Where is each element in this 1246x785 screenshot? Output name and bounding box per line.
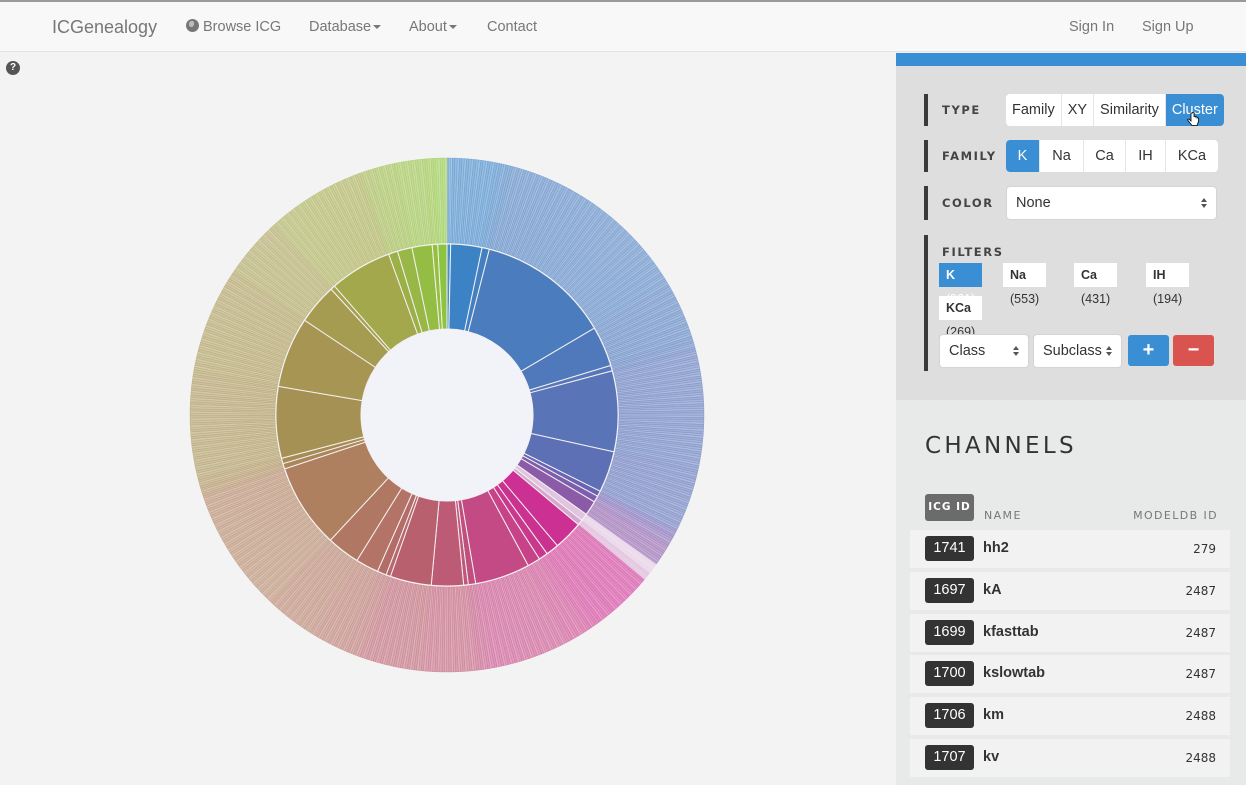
sidebar-accent-bar: [896, 53, 1246, 66]
channel-modeldb-id: 2487: [1185, 583, 1216, 598]
sunburst-chart[interactable]: [0, 53, 896, 785]
type-similarity-button[interactable]: Similarity: [1094, 94, 1166, 126]
filter-tag-count: (553): [1010, 292, 1040, 306]
color-select-value: None: [1016, 195, 1051, 211]
sign-in-link[interactable]: Sign In: [1069, 19, 1114, 35]
color-label: COLOR: [942, 196, 994, 210]
channel-row[interactable]: 1706 km 2488: [910, 697, 1230, 736]
nav-browse-icg-label: Browse ICG: [203, 19, 282, 35]
channel-name: kfasttab: [983, 623, 1039, 640]
filter-tag-name: IH: [1153, 268, 1166, 282]
nav-about-label: About: [409, 19, 447, 35]
filters-label: FILTERS: [942, 245, 1004, 259]
channel-icg-id: 1699: [925, 619, 974, 645]
channel-row[interactable]: 1697 kA 2487: [910, 571, 1230, 610]
channel-modeldb-id: 2487: [1185, 667, 1216, 682]
channel-name: kslowtab: [983, 665, 1046, 682]
channel-icg-id: 1700: [925, 661, 974, 687]
channel-row[interactable]: 1741 hh2 279: [910, 530, 1230, 568]
channel-row[interactable]: 1699 kfasttab 2487: [910, 613, 1230, 652]
filter-tag-name: Ca: [1081, 268, 1097, 282]
caret-down-icon: [373, 25, 382, 30]
channel-icg-id: 1741: [925, 536, 974, 561]
channel-row[interactable]: 1700 kslowtab 2487: [910, 655, 1230, 694]
channel-modeldb-id: 279: [1193, 542, 1216, 556]
filter-tag-count: (194): [1153, 292, 1183, 306]
sign-up-link[interactable]: Sign Up: [1142, 19, 1194, 35]
family-button-group: K Na Ca IH KCa: [1006, 140, 1218, 172]
channel-modeldb-id: 2488: [1185, 751, 1216, 765]
brand-logo[interactable]: ICGenealogy: [52, 17, 157, 38]
family-k-button[interactable]: K: [1006, 140, 1040, 172]
color-control: COLOR None: [924, 186, 1217, 220]
filter-tag-na[interactable]: Na (553): [1003, 263, 1047, 306]
channel-icg-id: 1707: [925, 745, 974, 770]
filter-tag-ca[interactable]: Ca (431): [1074, 263, 1118, 306]
add-filter-button[interactable]: +: [1128, 335, 1169, 366]
channel-icg-id: 1706: [925, 703, 974, 729]
globe-icon: [186, 19, 199, 32]
subclass-select-value: Subclass: [1043, 343, 1102, 359]
sunburst-center: [361, 329, 533, 501]
type-control: TYPE Family XY Similarity Cluster: [924, 94, 1224, 126]
channel-name: hh2: [983, 540, 1009, 556]
filter-tag-kca[interactable]: KCa (269): [939, 296, 983, 339]
filters-control: FILTERS K (931) Na (553) Ca (431) IH (19…: [924, 235, 1214, 371]
sunburst-outer-segment: [446, 586, 450, 673]
family-na-button[interactable]: Na: [1040, 140, 1084, 172]
type-family-button[interactable]: Family: [1006, 94, 1062, 126]
family-label: FAMILY: [942, 149, 997, 163]
sunburst-chart-area: [0, 53, 896, 785]
class-select-value: Class: [949, 343, 986, 359]
filter-tag-k[interactable]: K (931): [939, 263, 983, 306]
filter-tag-name: Na: [1010, 268, 1026, 282]
family-kca-button[interactable]: KCa: [1166, 140, 1218, 172]
caret-down-icon: [448, 25, 457, 30]
nav-about-dropdown[interactable]: About: [409, 19, 457, 35]
hand-cursor-icon: [1187, 112, 1199, 126]
channel-modeldb-id: 2488: [1185, 709, 1216, 724]
help-icon[interactable]: ?: [6, 61, 20, 75]
channel-icg-id: 1697: [925, 577, 974, 603]
nav-database-label: Database: [309, 19, 372, 35]
family-ih-button[interactable]: IH: [1126, 140, 1166, 172]
color-select[interactable]: None: [1006, 186, 1217, 220]
family-ca-button[interactable]: Ca: [1084, 140, 1126, 172]
type-xy-button[interactable]: XY: [1062, 94, 1095, 126]
type-label: TYPE: [942, 103, 981, 117]
navbar: ICGenealogy Browse ICG Database About Co…: [0, 2, 1246, 52]
filter-tag-name: KCa: [946, 301, 972, 315]
channel-name: km: [983, 707, 1004, 724]
channel-row[interactable]: 1707 kv 2488: [910, 739, 1230, 777]
channel-name: kA: [983, 581, 1002, 598]
nav-database-dropdown[interactable]: Database: [309, 19, 382, 35]
col-header-icg-id[interactable]: ICG ID: [925, 494, 974, 521]
nav-browse-icg[interactable]: Browse ICG: [186, 19, 281, 35]
channel-name: kv: [983, 749, 1000, 765]
filter-tag-count: (431): [1081, 292, 1111, 306]
sidebar: TYPE Family XY Similarity Cluster FAMILY…: [896, 53, 1246, 785]
remove-filter-button[interactable]: −: [1173, 335, 1214, 366]
nav-contact[interactable]: Contact: [487, 19, 537, 35]
channels-heading: CHANNELS: [925, 433, 1077, 459]
channel-modeldb-id: 2487: [1185, 625, 1216, 640]
col-header-name[interactable]: NAME: [984, 509, 1022, 522]
subclass-select[interactable]: Subclass: [1033, 334, 1122, 368]
family-control: FAMILY K Na Ca IH KCa: [924, 140, 1218, 172]
class-select[interactable]: Class: [939, 334, 1029, 368]
filter-tag-name: K: [946, 268, 956, 282]
filter-tag-ih[interactable]: IH (194): [1146, 263, 1190, 306]
col-header-modeldb-id[interactable]: MODELDB ID: [1133, 509, 1218, 522]
